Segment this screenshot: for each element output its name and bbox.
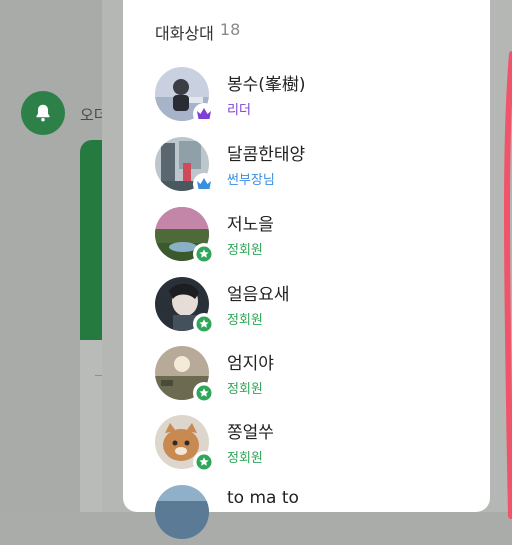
member-name: 엄지야 (227, 354, 274, 374)
crown-icon (193, 173, 215, 195)
member-list-header: 대화상대 18 (155, 20, 240, 44)
avatar[interactable] (155, 485, 209, 539)
member-role: 리더 (227, 103, 251, 118)
member-count: 18 (219, 20, 241, 39)
crown-icon (193, 103, 215, 125)
member-name: 저노을 (227, 215, 274, 235)
member-item[interactable]: 봉수(峯樹) 리더 (155, 67, 485, 127)
member-item[interactable]: 엄지야 정회원 (155, 346, 485, 406)
member-name: to ma to (227, 488, 299, 508)
member-name: 얼음요새 (227, 285, 290, 305)
annotation-stroke (504, 51, 512, 519)
member-role: 정회원 (227, 243, 263, 258)
star-icon (193, 382, 215, 404)
member-item[interactable]: 달콤한태양 썬부장님 (155, 137, 485, 197)
member-list-title: 대화상대 (155, 24, 214, 43)
bell-glyph (36, 104, 50, 122)
member-name: 쫑얼쑤 (227, 423, 274, 443)
member-role: 정회원 (227, 382, 263, 397)
bell-icon (21, 91, 65, 135)
member-item[interactable]: to ma to (155, 485, 485, 545)
member-name: 달콤한태양 (227, 145, 306, 165)
member-item[interactable]: 저노을 정회원 (155, 207, 485, 267)
member-item[interactable]: 얼음요새 정회원 (155, 277, 485, 337)
star-icon (193, 313, 215, 335)
member-role: 썬부장님 (227, 173, 275, 188)
member-name: 봉수(峯樹) (227, 75, 306, 95)
member-role: 정회원 (227, 313, 263, 328)
star-icon (193, 243, 215, 265)
member-item[interactable]: 쫑얼쑤 정회원 (155, 415, 485, 475)
member-role: 정회원 (227, 451, 263, 466)
member-list-card[interactable]: 대화상대 18 봉수(峯樹) 리더 달콤한태양 썬부장님 저노을 정회원 얼음요… (123, 0, 512, 539)
star-icon (193, 451, 215, 473)
